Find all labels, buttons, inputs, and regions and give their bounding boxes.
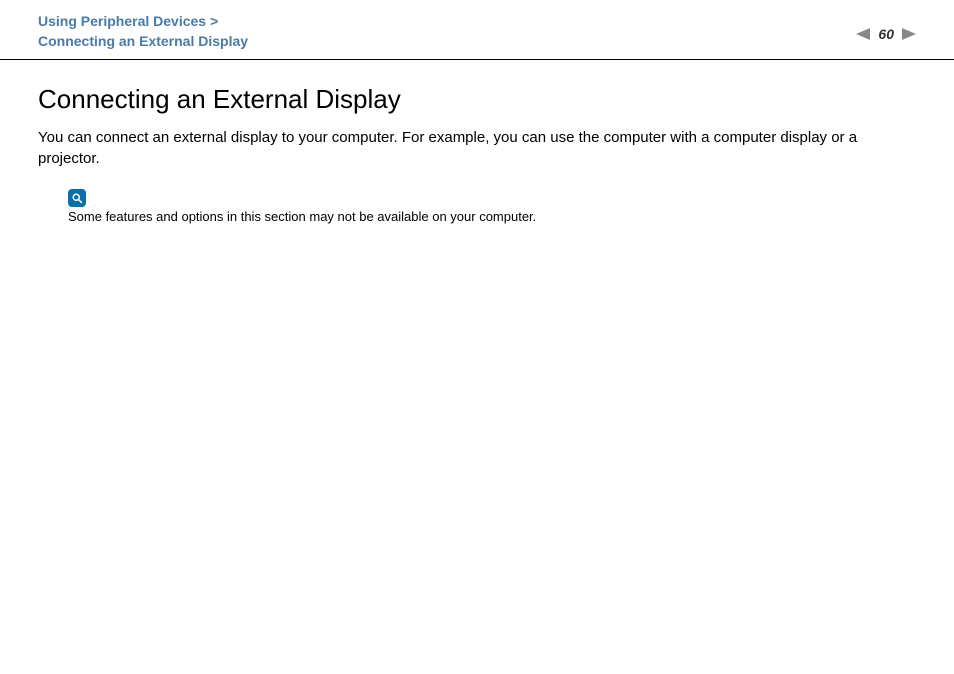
note-text: Some features and options in this sectio… [68,209,916,226]
page-number: 60 [876,26,896,42]
intro-paragraph: You can connect an external display to y… [38,127,916,169]
note-block: Some features and options in this sectio… [68,189,916,226]
page-navigation: 60 [856,26,916,42]
prev-page-arrow-icon[interactable] [856,28,870,40]
page-header: Using Peripheral Devices > Connecting an… [0,0,954,60]
page-title: Connecting an External Display [38,84,916,115]
breadcrumb: Using Peripheral Devices > Connecting an… [38,12,248,51]
breadcrumb-current: Connecting an External Display [38,32,248,52]
page-content: Connecting an External Display You can c… [0,60,954,226]
magnifier-icon [68,189,86,207]
breadcrumb-parent[interactable]: Using Peripheral Devices > [38,12,248,32]
next-page-arrow-icon[interactable] [902,28,916,40]
